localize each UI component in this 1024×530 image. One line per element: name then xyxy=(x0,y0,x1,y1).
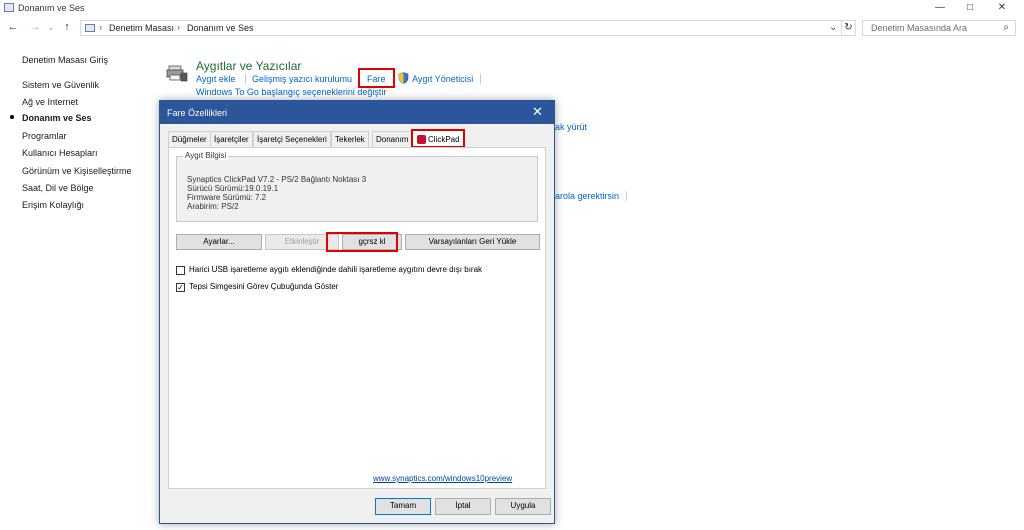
sidebar-item-home[interactable]: Denetim Masası Giriş xyxy=(22,55,108,65)
tab-pointers[interactable]: İşaretçiler xyxy=(210,131,253,147)
tab-clickpad[interactable]: ClickPad xyxy=(411,129,465,148)
sidebar-item-ease-of-access[interactable]: Erişim Kolaylığı xyxy=(22,200,84,210)
disable-internal-checkbox[interactable] xyxy=(176,266,185,275)
advanced-printer-setup-link[interactable]: Gelişmiş yazıcı kurulumu xyxy=(252,74,352,84)
add-device-link[interactable]: Aygıt ekle xyxy=(196,74,235,84)
dialog-close-icon[interactable]: ✕ xyxy=(532,104,543,120)
sidebar-item-clock-region[interactable]: Saat, Dil ve Bölge xyxy=(22,183,94,193)
sidebar-item-hardware-sound[interactable]: Donanım ve Ses xyxy=(22,113,92,123)
mouse-properties-dialog: Fare Özellikleri ✕ Düğmeler İşaretçiler … xyxy=(159,100,555,524)
interface: Arabirim: PS/2 xyxy=(187,202,239,211)
settings-button[interactable]: Ayarlar... xyxy=(176,234,262,250)
disable-internal-label[interactable]: Harici USB işaretleme aygıtı eklendiğind… xyxy=(189,265,482,274)
window-title: Donanım ve Ses xyxy=(18,3,85,13)
tab-buttons[interactable]: Düğmeler xyxy=(168,131,211,147)
sidebar-item-user-accounts[interactable]: Kullanıcı Hesapları xyxy=(22,148,98,158)
tab-wheel[interactable]: Tekerlek xyxy=(331,131,369,147)
firmware-version: Firmware Sürümü: 7.2 xyxy=(187,193,267,202)
link-divider xyxy=(480,74,481,84)
synaptics-icon xyxy=(417,135,426,144)
title-bar: Donanım ve Ses — □ ✕ xyxy=(0,0,1024,16)
devices-printers-title[interactable]: Aygıtlar ve Yazıcılar xyxy=(196,59,301,73)
search-placeholder: Denetim Masasında Ara xyxy=(871,23,968,33)
up-arrow-icon[interactable]: ↑ xyxy=(60,20,74,34)
device-name: Synaptics ClickPad V7.2 - PS/2 Bağlantı … xyxy=(187,175,367,184)
clickpad-panel: Aygıt Bilgisi Synaptics ClickPad V7.2 - … xyxy=(168,147,546,489)
recent-locations-icon[interactable]: ⌄ xyxy=(44,20,58,34)
refresh-icon[interactable]: ↻ xyxy=(842,20,856,36)
device-manager-link[interactable]: Aygıt Yöneticisi xyxy=(412,74,473,84)
tray-icon-checkbox[interactable]: ✓ xyxy=(176,283,185,292)
link-divider xyxy=(245,74,246,84)
device-info-group: Aygıt Bilgisi Synaptics ClickPad V7.2 - … xyxy=(176,151,538,222)
address-dropdown-icon[interactable]: ⌄ xyxy=(829,22,837,33)
tray-icon-label[interactable]: Tepsi Simgesini Görev Çubuğunda Göster xyxy=(189,282,338,291)
breadcrumb-separator: › xyxy=(99,22,102,32)
apply-button[interactable]: Uygula xyxy=(495,498,551,515)
breadcrumb-control-panel[interactable]: Denetim Masası xyxy=(109,23,174,33)
autoplay-link-partial[interactable]: ak yürüt xyxy=(555,122,587,132)
breadcrumb-separator: › xyxy=(177,22,180,32)
mouse-link[interactable]: Fare xyxy=(367,74,386,84)
cancel-button[interactable]: İptal xyxy=(435,498,491,515)
close-button[interactable]: ✕ xyxy=(988,0,1016,16)
tab-hardware[interactable]: Donanım xyxy=(372,131,413,147)
control-panel-icon xyxy=(4,3,14,12)
driver-version: Sürücü Sürümü:19.0.19.1 xyxy=(187,184,279,193)
sidebar-item-system-security[interactable]: Sistem ve Güvenlik xyxy=(22,80,99,90)
search-icon[interactable]: ⌕ xyxy=(1003,22,1009,33)
sidebar-item-appearance[interactable]: Görünüm ve Kişiselleştirme xyxy=(22,166,132,176)
dialog-title: Fare Özellikleri xyxy=(167,108,228,118)
back-arrow-icon[interactable]: ← xyxy=(6,20,20,34)
current-item-bullet xyxy=(10,115,14,119)
address-bar[interactable]: › Denetim Masası › Donanım ve Ses ⌄ xyxy=(80,20,842,36)
maximize-button[interactable]: □ xyxy=(956,0,984,16)
tab-clickpad-label: ClickPad xyxy=(428,135,460,144)
disable-button-highlight xyxy=(326,232,398,252)
control-panel-icon xyxy=(85,24,95,32)
restore-defaults-button[interactable]: Varsayılanları Geri Yükle xyxy=(405,234,540,250)
printer-icon xyxy=(166,64,188,82)
breadcrumb-hardware-sound[interactable]: Donanım ve Ses xyxy=(187,23,254,33)
device-info-label: Aygıt Bilgisi xyxy=(183,151,229,160)
windows-to-go-link[interactable]: Windows To Go başlangıç seçeneklerini de… xyxy=(196,87,386,97)
tab-pointer-options[interactable]: İşaretçi Seçenekleri xyxy=(253,131,331,147)
link-divider xyxy=(626,191,627,201)
forward-arrow-icon[interactable]: → xyxy=(28,20,42,34)
password-link-partial[interactable]: arola gerektirsin xyxy=(555,191,619,201)
sidebar-item-network[interactable]: Ağ ve Internet xyxy=(22,97,78,107)
synaptics-url-link[interactable]: www.synaptics.com/windows10preview xyxy=(373,474,512,483)
ok-button[interactable]: Tamam xyxy=(375,498,431,515)
minimize-button[interactable]: — xyxy=(926,0,954,16)
sidebar-item-programs[interactable]: Programlar xyxy=(22,131,67,141)
dialog-title-bar: Fare Özellikleri ✕ xyxy=(160,101,554,124)
shield-icon xyxy=(398,72,409,84)
search-input[interactable]: Denetim Masasında Ara ⌕ xyxy=(862,20,1016,36)
